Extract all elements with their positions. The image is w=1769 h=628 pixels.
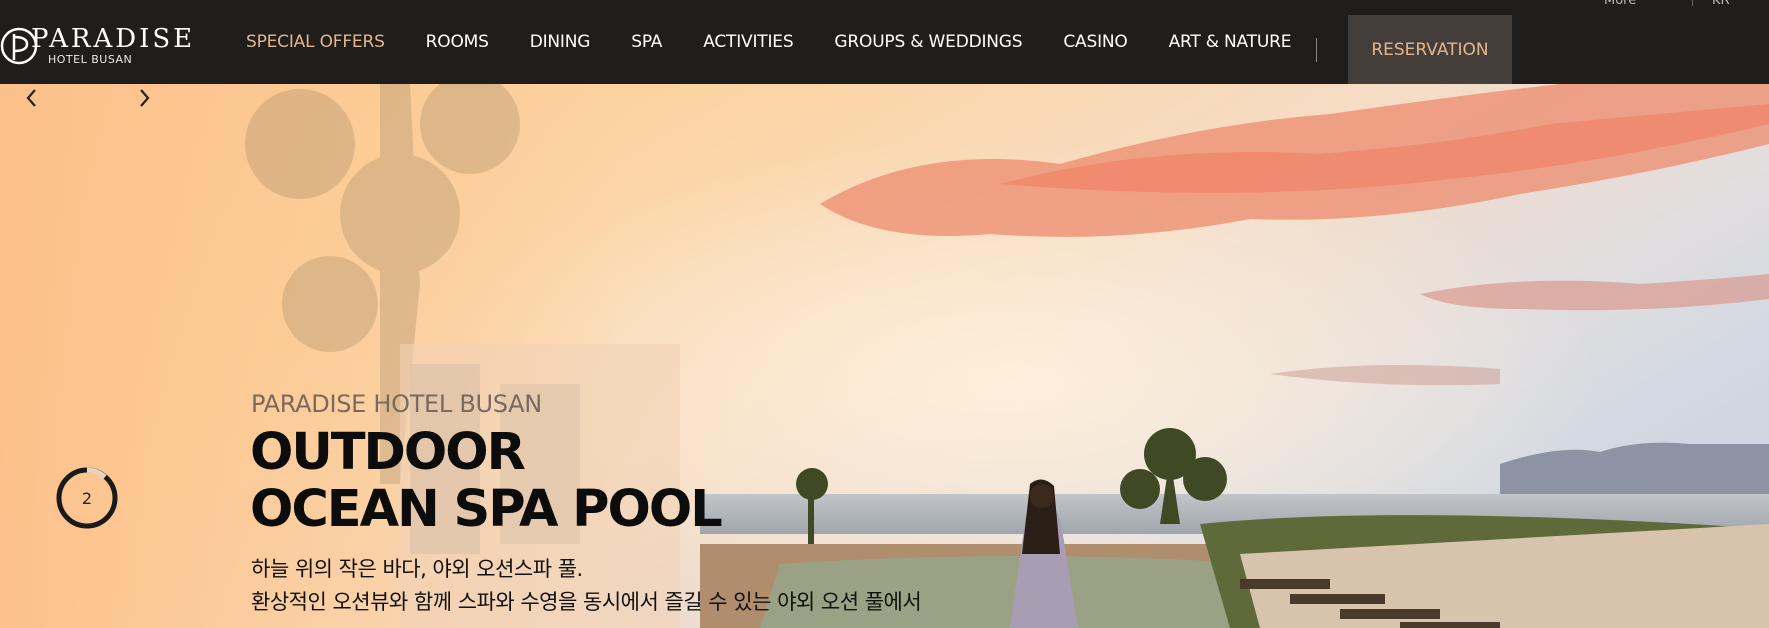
hero-description: 하늘 위의 작은 바다, 야외 오션스파 풀. 환상적인 오션뷰와 함께 스파와… (251, 553, 922, 619)
nav-rooms[interactable]: ROOMS (426, 32, 489, 52)
nav-dining[interactable]: DINING (530, 32, 591, 52)
top-navigation-bar: PARADISE HOTEL BUSAN SPECIAL OFFERS ROOM… (0, 0, 1769, 84)
chevron-right-icon[interactable] (132, 84, 156, 112)
slide-current-number: 2 (81, 488, 93, 508)
main-nav: SPECIAL OFFERS ROOMS DINING SPA ACTIVITI… (246, 0, 1332, 84)
hero-banner: PARADISE HOTEL BUSAN OUTDOOR OCEAN SPA P… (0, 84, 1769, 628)
hero-background-image (0, 84, 1769, 628)
hero-title-line2: OCEAN SPA POOL (250, 480, 723, 539)
more-link[interactable]: More (1604, 0, 1636, 8)
hero-desc-line1: 하늘 위의 작은 바다, 야외 오션스파 풀. (251, 557, 583, 581)
hero-subtitle: PARADISE HOTEL BUSAN (251, 390, 542, 418)
nav-spa[interactable]: SPA (631, 32, 662, 52)
hero-title: OUTDOOR OCEAN SPA POOL (250, 423, 723, 539)
paradise-logo[interactable]: PARADISE HOTEL BUSAN (0, 24, 200, 68)
chevron-left-icon[interactable] (20, 84, 44, 112)
nav-casino[interactable]: CASINO (1063, 32, 1127, 52)
language-switch[interactable]: KR (1712, 0, 1730, 8)
nav-special-offers[interactable]: SPECIAL OFFERS (246, 32, 385, 52)
nav-art-nature[interactable]: ART & NATURE (1169, 32, 1292, 52)
nav-activities[interactable]: ACTIVITIES (703, 32, 793, 52)
hero-desc-line2: 환상적인 오션뷰와 함께 스파와 수영을 동시에서 즐길 수 있는 야외 오션 … (251, 590, 922, 614)
nav-groups-weddings[interactable]: GROUPS & WEDDINGS (834, 32, 1022, 52)
slide-progress-indicator: 2 (55, 466, 119, 530)
reservation-button[interactable]: RESERVATION (1348, 15, 1512, 84)
logo-subtext: HOTEL BUSAN (48, 53, 133, 66)
logo-wordmark: PARADISE (31, 24, 196, 54)
hero-title-line1: OUTDOOR (250, 423, 526, 482)
util-divider (1692, 0, 1693, 6)
nav-divider (1316, 38, 1317, 62)
